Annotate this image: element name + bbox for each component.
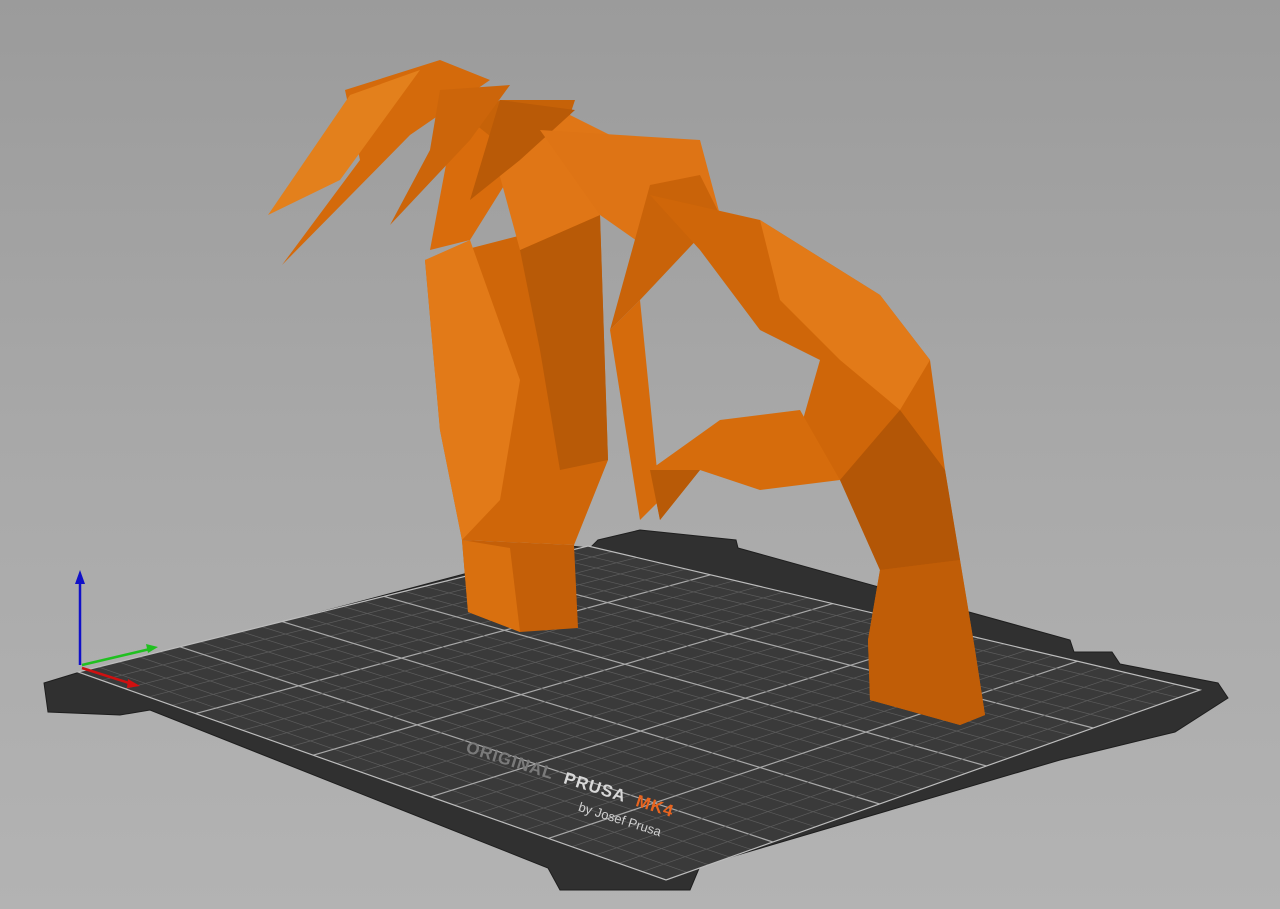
- print-bed[interactable]: ORIGINAL PRUSA MK4 by Josef Prusa: [43, 529, 1229, 891]
- z-axis-arrow: [75, 570, 85, 584]
- 3d-viewport[interactable]: ORIGINAL PRUSA MK4 by Josef Prusa: [0, 0, 1280, 909]
- scene-canvas[interactable]: ORIGINAL PRUSA MK4 by Josef Prusa: [0, 0, 1280, 909]
- y-axis-arrow: [146, 644, 158, 653]
